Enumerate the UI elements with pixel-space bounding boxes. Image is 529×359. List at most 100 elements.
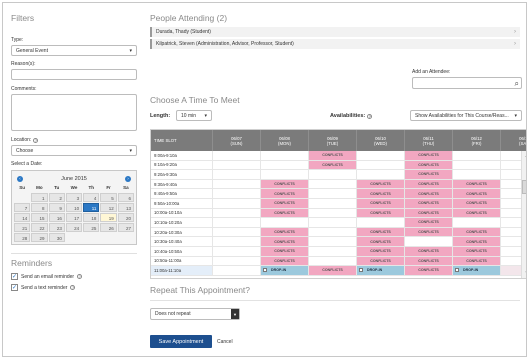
calendar-day[interactable]: 11 [83, 203, 100, 212]
calendar-day[interactable]: 8 [31, 203, 48, 212]
time-slot-cell[interactable] [404, 237, 452, 246]
type-select[interactable]: General Event ▾ [11, 45, 137, 56]
time-slot-cell[interactable] [452, 160, 500, 170]
time-slot-cell[interactable] [308, 237, 356, 246]
length-select[interactable]: 10 min ▾ [176, 110, 212, 121]
help-icon[interactable]: ? [367, 113, 373, 119]
time-slot-cell[interactable] [260, 218, 308, 227]
time-slot-cell[interactable] [212, 256, 260, 266]
time-slot-cell[interactable] [212, 208, 260, 218]
time-slot-cell[interactable] [356, 151, 404, 160]
time-slot-cell[interactable] [308, 246, 356, 256]
calendar-day[interactable]: 14 [14, 213, 31, 222]
repeat-select[interactable]: Does not repeat ▼ [150, 308, 240, 320]
calendar-day[interactable]: 13 [117, 203, 134, 212]
time-slot-cell[interactable] [212, 266, 260, 275]
save-appointment-button[interactable]: Save Appointment [150, 335, 212, 348]
cancel-link[interactable]: Cancel [217, 339, 233, 345]
calendar-day[interactable]: 23 [48, 223, 65, 232]
calendar-day[interactable]: 30 [48, 233, 65, 242]
scroll-up-icon[interactable]: ▴ [525, 153, 526, 159]
drop-in-checkbox[interactable] [263, 268, 267, 273]
time-slot-cell[interactable] [308, 208, 356, 218]
calendar-day[interactable]: 5 [100, 193, 117, 202]
attendee-row[interactable]: Kilpatrick, Steven (Administration, Advi… [150, 39, 520, 49]
comments-textarea[interactable] [11, 94, 137, 131]
drop-in-cell[interactable]: DROP-IN [452, 266, 500, 275]
time-slot-cell[interactable] [308, 227, 356, 237]
calendar-day[interactable]: 17 [65, 213, 83, 222]
time-slot-cell[interactable] [212, 189, 260, 198]
time-slot-cell[interactable] [212, 151, 260, 160]
help-icon[interactable]: ? [33, 137, 39, 143]
calendar-day[interactable]: 3 [65, 193, 83, 202]
time-slot-cell[interactable] [212, 198, 260, 208]
time-slot-cell[interactable] [308, 256, 356, 266]
scroll-thumb[interactable] [522, 180, 526, 194]
search-icon[interactable]: ⌕ [515, 79, 519, 89]
time-slot-cell[interactable] [260, 160, 308, 170]
time-slot-cell[interactable] [308, 189, 356, 198]
time-slot-cell[interactable] [212, 237, 260, 246]
calendar-day[interactable]: 28 [14, 233, 31, 242]
reasons-input[interactable] [11, 69, 137, 80]
time-slot-cell[interactable] [308, 198, 356, 208]
grid-scrollbar[interactable] [521, 151, 526, 278]
time-slot-cell[interactable] [356, 160, 404, 170]
scroll-down-icon[interactable]: ▾ [525, 270, 526, 276]
calendar-day[interactable]: 22 [31, 223, 48, 232]
calendar-day[interactable]: 24 [65, 223, 83, 232]
drop-in-checkbox[interactable] [359, 268, 363, 273]
time-slot-cell[interactable] [308, 170, 356, 179]
time-slot-cell[interactable] [212, 227, 260, 237]
time-slot-cell[interactable] [452, 170, 500, 179]
calendar-day[interactable]: 20 [117, 213, 134, 222]
calendar-day[interactable]: 9 [48, 203, 65, 212]
time-slot-cell[interactable] [212, 160, 260, 170]
calendar-day[interactable]: 15 [31, 213, 48, 222]
time-slot-cell[interactable] [212, 218, 260, 227]
header-weekday: (MON) [278, 140, 291, 146]
calendar-day[interactable]: 21 [14, 223, 31, 232]
calendar-day[interactable]: 25 [83, 223, 100, 232]
drop-in-cell[interactable]: DROP-IN [356, 266, 404, 275]
text-reminder-checkbox[interactable]: ✓ [11, 284, 18, 291]
time-slot-cell[interactable] [356, 170, 404, 179]
availabilities-select[interactable]: Show Availabilities for This Course/Reas… [410, 110, 522, 121]
calendar-day[interactable]: 12 [100, 203, 117, 212]
calendar-day[interactable]: 19 [100, 213, 117, 222]
time-slot-cell[interactable] [308, 218, 356, 227]
type-label: Type: [11, 37, 24, 43]
calendar-day[interactable]: 27 [117, 223, 134, 232]
calendar-day[interactable]: 16 [48, 213, 65, 222]
calendar-day[interactable]: 18 [83, 213, 100, 222]
add-attendee-input[interactable]: ⌕ [412, 77, 522, 89]
time-slot-cell[interactable] [452, 218, 500, 227]
time-slot-cell[interactable] [212, 246, 260, 256]
attendee-row[interactable]: Durada, Thady (Student) › [150, 27, 520, 37]
calendar-day[interactable]: 10 [65, 203, 83, 212]
help-icon[interactable]: ? [70, 285, 76, 290]
time-slot-cell[interactable] [308, 179, 356, 189]
email-reminder-checkbox[interactable]: ✓ [11, 273, 18, 280]
previous-month-icon[interactable]: ‹ [17, 175, 23, 182]
calendar-day[interactable]: 6 [117, 193, 134, 202]
next-month-icon[interactable]: › [124, 175, 131, 182]
drop-in-checkbox[interactable] [455, 268, 459, 273]
calendar-day[interactable]: 29 [31, 233, 48, 242]
calendar-day[interactable]: 4 [83, 193, 100, 202]
time-slot-cell[interactable] [212, 170, 260, 179]
time-slot-cell[interactable] [452, 151, 500, 160]
time-slot-cell[interactable] [260, 170, 308, 179]
drop-in-cell[interactable]: DROP-IN [260, 266, 308, 275]
help-icon[interactable]: ? [77, 274, 83, 279]
calendar-day[interactable]: 26 [100, 223, 117, 232]
time-slot-cell[interactable] [260, 151, 308, 160]
time-slot-cell[interactable] [356, 218, 404, 227]
repeat-select-value: Does not repeat [155, 311, 191, 317]
calendar-day[interactable]: 2 [48, 193, 65, 202]
calendar-day[interactable]: 7 [14, 203, 31, 212]
time-slot-cell[interactable] [212, 179, 260, 189]
location-select[interactable]: Choose ▾ [11, 145, 137, 156]
calendar-day[interactable]: 1 [31, 193, 48, 202]
